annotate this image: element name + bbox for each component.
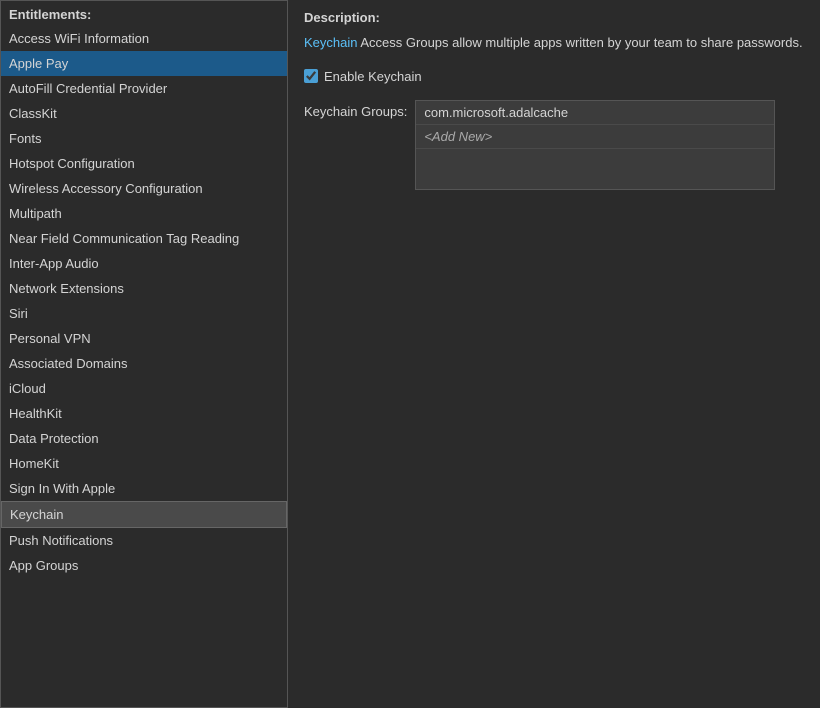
keychain-group-row[interactable]: <Add New>: [416, 125, 774, 149]
list-item[interactable]: AutoFill Credential Provider: [1, 76, 287, 101]
description-text: Keychain Access Groups allow multiple ap…: [304, 33, 804, 53]
list-item[interactable]: Data Protection: [1, 426, 287, 451]
list-item[interactable]: iCloud: [1, 376, 287, 401]
entitlements-header: Entitlements:: [1, 1, 287, 26]
list-item[interactable]: HomeKit: [1, 451, 287, 476]
right-panel: Description: Keychain Access Groups allo…: [288, 0, 820, 708]
keychain-groups-section: Keychain Groups: com.microsoft.adalcache…: [304, 100, 804, 190]
description-header: Description:: [304, 10, 804, 25]
list-item[interactable]: Fonts: [1, 126, 287, 151]
keychain-group-row: [416, 149, 774, 189]
list-item[interactable]: ClassKit: [1, 101, 287, 126]
left-panel: Entitlements: Access WiFi InformationApp…: [0, 0, 288, 708]
enable-keychain-label: Enable Keychain: [324, 69, 422, 84]
description-body: Access Groups allow multiple apps writte…: [357, 35, 802, 50]
list-item[interactable]: Push Notifications: [1, 528, 287, 553]
list-item[interactable]: Sign In With Apple: [1, 476, 287, 501]
keychain-groups-table: com.microsoft.adalcache<Add New>: [415, 100, 775, 190]
list-item[interactable]: Apple Pay: [1, 51, 287, 76]
description-highlight: Keychain: [304, 35, 357, 50]
app-container: Entitlements: Access WiFi InformationApp…: [0, 0, 820, 708]
keychain-groups-label: Keychain Groups:: [304, 100, 407, 119]
list-item[interactable]: Associated Domains: [1, 351, 287, 376]
list-item[interactable]: Multipath: [1, 201, 287, 226]
keychain-group-row[interactable]: com.microsoft.adalcache: [416, 101, 774, 125]
list-item[interactable]: HealthKit: [1, 401, 287, 426]
list-item[interactable]: Siri: [1, 301, 287, 326]
list-item[interactable]: Network Extensions: [1, 276, 287, 301]
list-item[interactable]: App Groups: [1, 553, 287, 578]
entitlements-list: Access WiFi InformationApple PayAutoFill…: [1, 26, 287, 707]
enable-keychain-checkbox[interactable]: [304, 69, 318, 83]
list-item[interactable]: Hotspot Configuration: [1, 151, 287, 176]
list-item[interactable]: Keychain: [1, 501, 287, 528]
list-item[interactable]: Wireless Accessory Configuration: [1, 176, 287, 201]
list-item[interactable]: Personal VPN: [1, 326, 287, 351]
enable-keychain-row: Enable Keychain: [304, 69, 804, 84]
list-item[interactable]: Access WiFi Information: [1, 26, 287, 51]
list-item[interactable]: Near Field Communication Tag Reading: [1, 226, 287, 251]
list-item[interactable]: Inter-App Audio: [1, 251, 287, 276]
